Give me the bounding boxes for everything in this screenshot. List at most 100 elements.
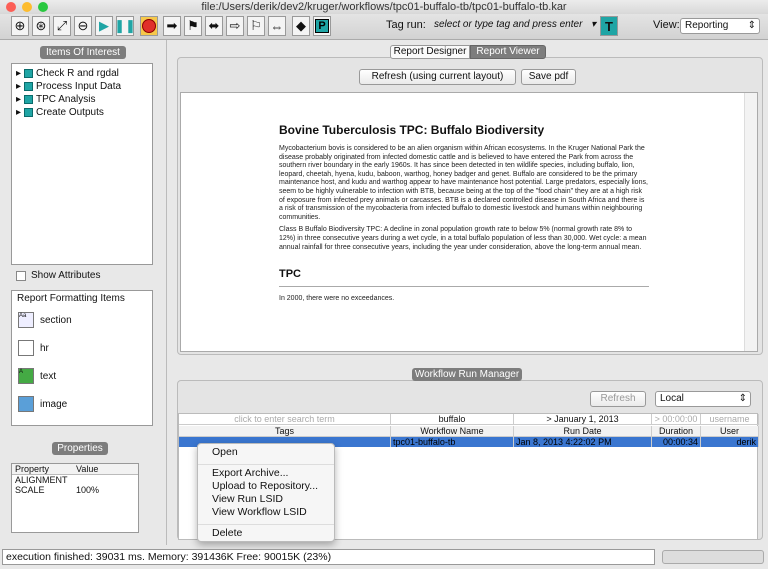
tree-item[interactable]: ▸ Process Input Data	[12, 80, 152, 93]
chevron-down-icon: ⇕	[747, 20, 756, 31]
show-attributes-label: Show Attributes	[31, 270, 101, 281]
report-tabs: Report Designer Report Viewer	[390, 45, 546, 59]
formatting-item-image[interactable]: image	[12, 390, 152, 418]
view-select[interactable]: Reporting ⇕	[680, 18, 760, 34]
formatting-item-hr[interactable]: hr	[12, 334, 152, 362]
text-icon: A	[18, 368, 34, 384]
run-manager-header: Workflow Run Manager	[412, 368, 522, 381]
pause-icon[interactable]: ❚❚	[114, 16, 136, 36]
formatting-item-text[interactable]: Atext	[12, 362, 152, 390]
location-select[interactable]: Local ⇕	[655, 391, 751, 407]
arrow-icon[interactable]: ➡	[163, 16, 181, 36]
workflow-filter[interactable]: buffalo	[391, 414, 514, 424]
image-icon	[18, 396, 34, 412]
show-attributes-checkbox[interactable]: Show Attributes	[16, 270, 100, 281]
tree-item-label: Check R and rgdal	[36, 68, 119, 79]
user-filter[interactable]: username	[701, 414, 759, 424]
filter-row: click to enter search term buffalo > Jan…	[179, 414, 759, 425]
stop-icon[interactable]	[140, 16, 158, 36]
zoom-fit-icon[interactable]: ⤢	[53, 16, 71, 36]
items-tree: ▸ Check R and rgdal ▸ Process Input Data ▸…	[11, 63, 153, 265]
tree-item[interactable]: ▸ Create Outputs	[12, 106, 152, 119]
property-name: ALIGNMENT	[15, 475, 68, 485]
tree-item[interactable]: ▸ TPC Analysis	[12, 93, 152, 106]
flag-outline-icon[interactable]: ⚐	[247, 16, 265, 36]
toolbar: ⊕ ⊛ ⤢ ⊖ ▶ ❚❚ ➡ ⚑ ⬌ ⇨ ⚐ ⇔ ◆ P Tag run: se…	[0, 14, 768, 40]
column-header-duration[interactable]: Duration	[652, 426, 701, 436]
formatting-item-label: text	[40, 370, 57, 382]
tags-filter[interactable]: click to enter search term	[179, 414, 391, 424]
port-icon[interactable]: P	[313, 16, 331, 36]
doc-paragraph: Mycobacterium bovis is considered to be …	[279, 145, 648, 221]
vertical-scrollbar[interactable]	[744, 93, 757, 351]
menu-item-delete[interactable]: Delete	[198, 527, 334, 540]
menu-item-open[interactable]: Open	[198, 446, 334, 459]
cell-user: derik	[701, 437, 759, 447]
formatting-title: Report Formatting Items	[17, 293, 125, 304]
menu-item-upload[interactable]: Upload to Repository...	[198, 480, 334, 493]
report-document: Bovine Tuberculosis TPC: Buffalo Biodive…	[180, 92, 758, 352]
refresh-report-button[interactable]: Refresh (using current layout)	[359, 69, 516, 85]
zoom-in-icon[interactable]: ⊕	[11, 16, 29, 36]
table-row[interactable]: ALIGNMENT	[12, 475, 138, 485]
formatting-item-section[interactable]: Aa section	[12, 306, 152, 334]
tag-button[interactable]: T	[600, 16, 618, 36]
section-icon: Aa	[18, 312, 34, 328]
composite-actor-icon	[24, 95, 34, 104]
menu-item-view-run-lsid[interactable]: View Run LSID	[198, 493, 334, 506]
view-value: Reporting	[685, 20, 729, 31]
property-value: 100%	[76, 485, 100, 495]
arrow-both-outline-icon[interactable]: ⇔	[268, 16, 286, 36]
zoom-out-icon[interactable]: ⊖	[74, 16, 92, 36]
flag-icon[interactable]: ⚑	[184, 16, 202, 36]
run-icon[interactable]: ▶	[95, 16, 113, 36]
hr-icon	[18, 340, 34, 356]
split-divider[interactable]	[166, 40, 170, 545]
tag-run-combo[interactable]: select or type tag and press enter ▾	[430, 18, 596, 34]
column-header-workflow[interactable]: Workflow Name	[391, 426, 514, 436]
properties-header: Properties	[52, 442, 108, 455]
save-pdf-button[interactable]: Save pdf	[521, 69, 576, 85]
view-label: View:	[653, 19, 680, 31]
context-menu: Open Export Archive... Upload to Reposit…	[197, 443, 335, 542]
formatting-item-label: section	[40, 314, 72, 326]
zoom-window-button[interactable]	[38, 2, 48, 12]
tag-run-label: Tag run:	[386, 19, 426, 31]
cell-date: Jan 8, 2013 4:22:02 PM	[514, 437, 652, 447]
column-header-date[interactable]: Run Date	[514, 426, 652, 436]
arrow-outline-icon[interactable]: ⇨	[226, 16, 244, 36]
composite-actor-icon	[24, 82, 34, 91]
menu-item-view-workflow-lsid[interactable]: View Workflow LSID	[198, 506, 334, 519]
refresh-runs-button[interactable]: Refresh	[590, 391, 646, 407]
location-value: Local	[660, 393, 684, 404]
close-window-button[interactable]	[6, 2, 16, 12]
column-header-user[interactable]: User	[701, 426, 759, 436]
duration-filter[interactable]: > 00:00:00	[652, 414, 701, 424]
menu-separator	[198, 519, 334, 525]
chevron-down-icon: ⇕	[738, 393, 747, 404]
zoom-reset-icon[interactable]: ⊛	[32, 16, 50, 36]
window-title: file:/Users/derik/dev2/kruger/workflows/…	[201, 1, 567, 13]
column-header: Value	[76, 464, 99, 474]
items-of-interest-header: Items Of Interest	[40, 46, 126, 59]
arrow-both-icon[interactable]: ⬌	[205, 16, 223, 36]
column-header-tags[interactable]: Tags	[179, 426, 391, 436]
date-filter[interactable]: > January 1, 2013	[514, 414, 652, 424]
title-bar: file:/Users/derik/dev2/kruger/workflows/…	[0, 0, 768, 14]
doc-paragraph: In 2000, there were no exceedances.	[279, 295, 395, 303]
minimize-window-button[interactable]	[22, 2, 32, 12]
tag-run-placeholder: select or type tag and press enter	[434, 19, 583, 30]
doc-section-title: TPC	[279, 268, 649, 288]
tab-report-designer[interactable]: Report Designer	[390, 45, 470, 59]
status-text: execution finished: 39031 ms. Memory: 39…	[2, 549, 655, 565]
report-formatting-panel: Report Formatting Items Aa section hr Ate…	[11, 290, 153, 426]
property-name: SCALE	[15, 485, 45, 495]
diamond-icon[interactable]: ◆	[292, 16, 310, 36]
tab-report-viewer[interactable]: Report Viewer	[470, 45, 546, 59]
tree-item[interactable]: ▸ Check R and rgdal	[12, 67, 152, 80]
cell-workflow: tpc01-buffalo-tb	[391, 437, 514, 447]
menu-item-export-archive[interactable]: Export Archive...	[198, 467, 334, 480]
properties-table: Property Value ALIGNMENT SCALE 100%	[11, 463, 139, 533]
table-row[interactable]: SCALE 100%	[12, 485, 138, 495]
tree-item-label: Create Outputs	[36, 107, 104, 118]
